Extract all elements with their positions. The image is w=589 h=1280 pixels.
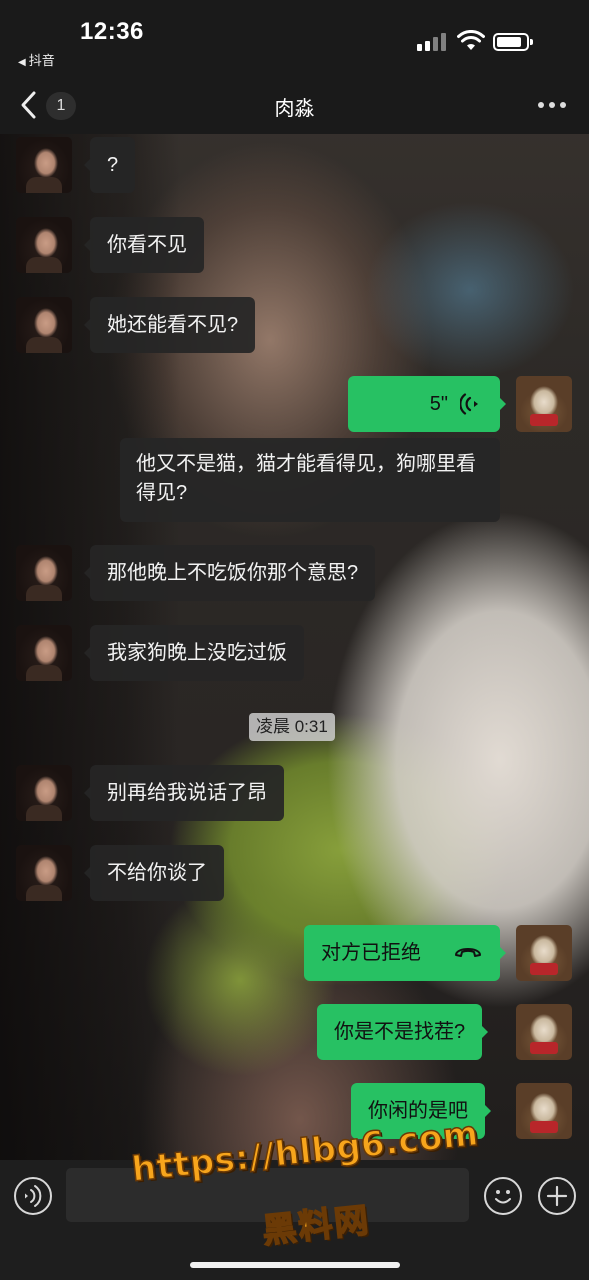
status-bar: 12:36 ◀ 抖音 xyxy=(0,0,589,78)
home-indicator[interactable] xyxy=(190,1262,400,1268)
ellipsis-icon[interactable] xyxy=(538,102,568,110)
my-avatar[interactable] xyxy=(516,376,572,432)
incoming-message[interactable]: 不给你谈了 xyxy=(84,845,224,901)
incoming-message[interactable]: 她还能看不见? xyxy=(83,297,256,353)
contact-avatar[interactable] xyxy=(16,217,72,273)
chat-title: 肉淼 xyxy=(274,98,315,120)
hang-up-icon xyxy=(454,947,481,957)
call-status-label: 对方已拒绝 xyxy=(321,942,421,964)
voice-wave-icon xyxy=(460,393,478,415)
plus-icon[interactable] xyxy=(538,1177,576,1215)
contact-avatar[interactable] xyxy=(16,765,72,821)
contact-avatar[interactable] xyxy=(16,297,72,353)
left-triangle-icon: ◀ xyxy=(18,57,26,68)
outgoing-message-long[interactable]: 他又不是猫，猫才能看得见，狗哪里看得见? xyxy=(120,438,500,522)
emoji-icon[interactable] xyxy=(484,1177,522,1215)
cellular-signal-icon xyxy=(417,33,449,51)
incoming-message[interactable]: 我家狗晚上没吃过饭 xyxy=(84,625,304,681)
contact-avatar[interactable] xyxy=(16,625,72,681)
chat-header: 1 肉淼 xyxy=(0,78,589,134)
my-avatar[interactable] xyxy=(516,1004,572,1060)
back-app-label: 抖音 xyxy=(28,53,55,68)
voice-duration: 5" xyxy=(429,393,448,415)
contact-avatar[interactable] xyxy=(16,137,72,193)
voice-mode-icon[interactable] xyxy=(14,1177,52,1215)
wifi-icon xyxy=(457,30,485,50)
back-to-app-link[interactable]: ◀ 抖音 xyxy=(18,50,55,69)
call-status-message[interactable]: 对方已拒绝 xyxy=(304,925,506,981)
incoming-message[interactable]: ? xyxy=(83,137,136,193)
incoming-message[interactable]: 你看不见 xyxy=(84,217,204,273)
outgoing-message[interactable]: 你是不是找茬? xyxy=(317,1004,489,1060)
my-avatar[interactable] xyxy=(516,1083,572,1139)
message-timestamp: 凌晨 0:31 xyxy=(249,713,335,741)
voice-message[interactable]: 5" xyxy=(348,376,506,432)
status-time: 12:36 xyxy=(80,18,144,45)
battery-icon xyxy=(493,33,533,51)
incoming-message[interactable]: 别再给我说话了昂 xyxy=(84,765,284,821)
incoming-message[interactable]: 那他晚上不吃饭你那个意思? xyxy=(83,545,376,601)
contact-avatar[interactable] xyxy=(16,845,72,901)
my-avatar[interactable] xyxy=(516,925,572,981)
contact-avatar[interactable] xyxy=(16,545,72,601)
